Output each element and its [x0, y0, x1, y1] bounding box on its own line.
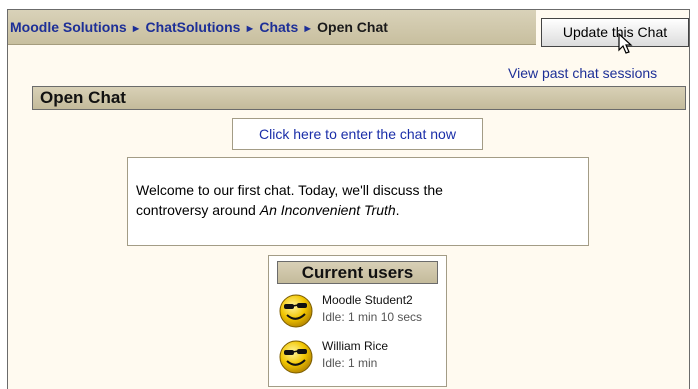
user-name[interactable]: William Rice — [322, 339, 388, 353]
user-name[interactable]: Moodle Student2 — [322, 293, 413, 307]
intro-line-1: Welcome to our first chat. Today, we'll … — [136, 182, 443, 198]
chat-intro-text: Welcome to our first chat. Today, we'll … — [136, 180, 576, 220]
page-title: Open Chat — [40, 88, 126, 107]
intro-line-2-prefix: controversy around — [136, 202, 260, 218]
enter-chat-link[interactable]: Click here to enter the chat now — [259, 126, 456, 142]
smiley-face-icon — [279, 294, 313, 328]
enter-chat-box: Click here to enter the chat now — [232, 118, 483, 150]
user-idle-status: Idle: 1 min 10 secs — [322, 310, 423, 324]
mouse-cursor-icon — [618, 33, 633, 54]
breadcrumb: Moodle Solutions ► ChatSolutions ► Chats ► Ope… — [10, 19, 388, 35]
breadcrumb-link-chatsolutions[interactable]: ChatSolutions — [146, 19, 241, 35]
view-past-sessions-link[interactable]: View past chat sessions — [508, 65, 657, 81]
page-heading-bar — [32, 86, 686, 110]
current-users-title: Current users — [277, 261, 438, 284]
intro-line-2-suffix: . — [395, 202, 400, 218]
breadcrumb-link-moodle-solutions[interactable]: Moodle Solutions — [10, 19, 127, 35]
user-list-item: William Rice Idle: 1 min — [276, 337, 446, 379]
intro-film-title: An Inconvenient Truth — [259, 202, 396, 218]
breadcrumb-separator-icon: ► — [244, 23, 256, 35]
breadcrumb-current: Open Chat — [317, 19, 388, 35]
breadcrumb-separator-icon: ► — [302, 23, 314, 35]
update-chat-button[interactable]: Update this Chat — [541, 18, 689, 47]
user-list-item: Moodle Student2 Idle: 1 min 10 secs — [276, 291, 446, 333]
breadcrumb-link-chats[interactable]: Chats — [259, 19, 298, 35]
user-idle-status: Idle: 1 min — [322, 356, 378, 370]
smiley-face-icon — [279, 340, 313, 374]
breadcrumb-separator-icon: ► — [130, 23, 142, 35]
